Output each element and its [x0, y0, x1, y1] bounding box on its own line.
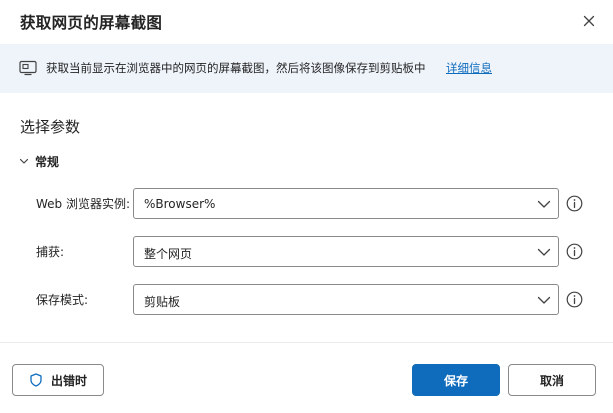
chevron-down-icon: [537, 296, 551, 304]
capture-value: 整个网页: [144, 247, 193, 261]
info-description: 获取当前显示在浏览器中的网页的屏幕截图，然后将该图像保存到剪贴板中: [46, 61, 426, 75]
save-mode-label: 保存模式:: [36, 293, 89, 307]
info-circle-icon[interactable]: [566, 243, 583, 260]
more-info-link[interactable]: 详细信息: [446, 60, 492, 76]
chevron-down-icon: [19, 158, 29, 164]
save-mode-value: 剪贴板: [144, 295, 181, 309]
shield-icon: [30, 373, 42, 387]
browser-instance-select[interactable]: %Browser%: [133, 188, 559, 219]
on-error-label: 出错时: [50, 373, 87, 388]
footer-divider: [0, 342, 613, 343]
close-button[interactable]: [580, 12, 598, 30]
save-label: 保存: [443, 373, 468, 388]
on-error-button[interactable]: 出错时: [12, 364, 104, 396]
cancel-label: 取消: [539, 373, 564, 388]
group-label: 常规: [35, 154, 60, 169]
save-button[interactable]: 保存: [412, 364, 500, 396]
screenshot-dialog: 获取网页的屏幕截图 获取当前显示在浏览器中的网页的屏幕截图，然后将该图像保存到剪…: [0, 0, 613, 413]
chevron-down-icon: [537, 248, 551, 256]
info-circle-icon[interactable]: [566, 291, 583, 308]
chevron-down-icon: [537, 200, 551, 208]
cancel-button[interactable]: 取消: [508, 364, 596, 396]
capture-select[interactable]: 整个网页: [133, 236, 559, 267]
dialog-title: 获取网页的屏幕截图: [20, 14, 163, 32]
general-group-toggle[interactable]: 常规: [18, 152, 59, 170]
screenshot-icon: [19, 60, 37, 76]
info-circle-icon[interactable]: [566, 195, 583, 212]
browser-instance-label: Web 浏览器实例:: [36, 197, 131, 211]
capture-label: 捕获:: [36, 245, 65, 259]
close-icon: [583, 15, 595, 27]
section-title: 选择参数: [20, 118, 81, 136]
save-mode-select[interactable]: 剪贴板: [133, 284, 559, 315]
browser-instance-value: %Browser%: [144, 197, 216, 211]
